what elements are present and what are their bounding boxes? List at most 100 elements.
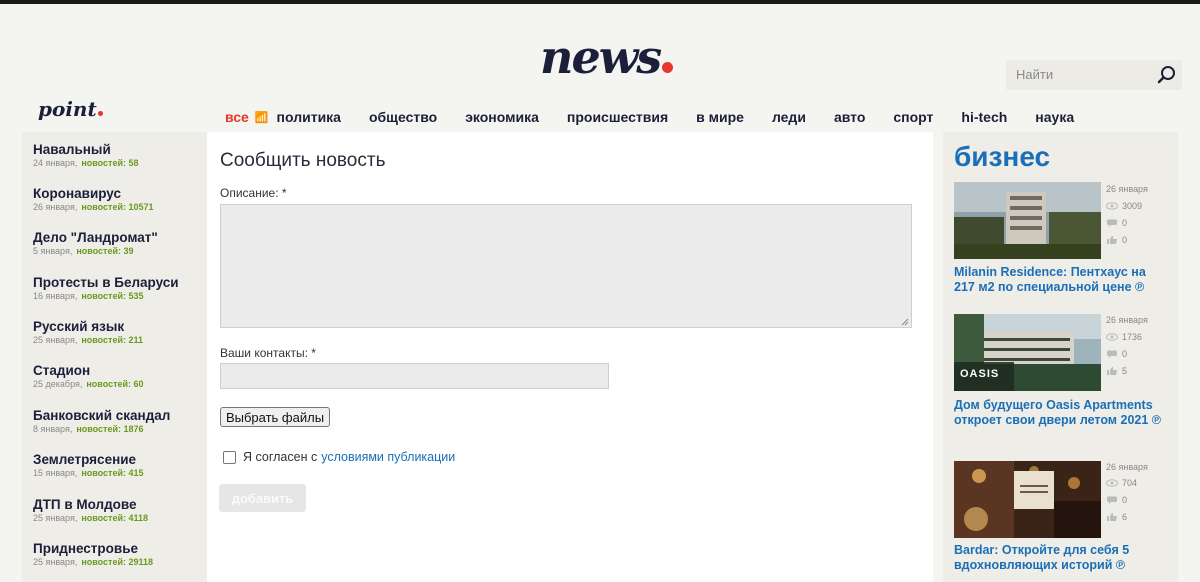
topic-title[interactable]: Русский язык bbox=[33, 319, 143, 334]
submit-button[interactable]: добавить bbox=[219, 484, 306, 512]
nav-item-politics[interactable]: политика bbox=[277, 109, 341, 125]
search-icon[interactable] bbox=[1156, 64, 1178, 86]
description-textarea[interactable] bbox=[220, 204, 912, 328]
topic-item[interactable]: Землетрясение 15 января, новостей: 415 bbox=[33, 452, 144, 479]
topic-date: 26 января, bbox=[33, 202, 78, 212]
topic-item[interactable]: Коронавирус 26 января, новостей: 10571 bbox=[33, 186, 154, 213]
topic-item[interactable]: Протесты в Беларуси 16 января, новостей: 5… bbox=[33, 275, 179, 302]
nav-item-economy[interactable]: экономика bbox=[465, 109, 539, 125]
article-image[interactable] bbox=[954, 182, 1101, 259]
topic-title[interactable]: Землетрясение bbox=[33, 452, 144, 467]
nav-item-sport[interactable]: спорт bbox=[893, 109, 933, 125]
topic-count: 60 bbox=[133, 379, 144, 389]
topic-title[interactable]: Навальный bbox=[33, 142, 139, 157]
choose-files-button[interactable]: Выбрать файлы bbox=[220, 407, 330, 427]
topic-title[interactable]: Приднестровье bbox=[33, 541, 153, 556]
topic-date: 8 января, bbox=[33, 424, 73, 434]
nav-item-hitech[interactable]: hi-tech bbox=[961, 109, 1007, 125]
topic-title[interactable]: Банковский скандал bbox=[33, 408, 170, 423]
nav-item-lady[interactable]: леди bbox=[772, 109, 806, 125]
search-box bbox=[1006, 60, 1182, 90]
nav-item-society[interactable]: общество bbox=[369, 109, 437, 125]
views-stat: 3009 bbox=[1106, 201, 1142, 211]
article-title[interactable]: Bardar: Откройте для себя 5 вдохновляющи… bbox=[954, 543, 1169, 573]
page: news point все 📶 политика общество эконо… bbox=[0, 0, 1200, 582]
topic-date: 25 декабря, bbox=[33, 379, 83, 389]
eye-icon bbox=[1106, 479, 1118, 487]
topic-count-label: новостей: bbox=[81, 513, 127, 523]
point-logo[interactable]: point bbox=[38, 97, 103, 121]
article-image[interactable]: OASIS bbox=[954, 314, 1101, 391]
article-date: 26 января bbox=[1106, 184, 1148, 194]
news-logo[interactable]: news bbox=[540, 30, 674, 84]
topics-sidebar: Навальный 24 января, новостей: 58 Коронави… bbox=[22, 132, 207, 582]
topic-title[interactable]: Дело "Ландромат" bbox=[33, 230, 158, 245]
topic-meta: 24 января, новостей: 58 bbox=[33, 157, 139, 169]
thumbs-up-icon bbox=[1107, 367, 1117, 375]
contacts-input[interactable] bbox=[220, 363, 609, 389]
nav-item-auto[interactable]: авто bbox=[834, 109, 865, 125]
image-caption: OASIS bbox=[960, 368, 1000, 380]
topic-item[interactable]: ДТП в Молдове 25 января, новостей: 4118 bbox=[33, 497, 148, 524]
topic-item[interactable]: Стадион 25 декабря, новостей: 60 bbox=[33, 363, 144, 390]
views-count: 704 bbox=[1122, 478, 1138, 488]
section-title[interactable]: бизнес bbox=[954, 141, 1050, 173]
topic-count-label: новостей: bbox=[86, 379, 132, 389]
topic-count: 58 bbox=[128, 158, 139, 168]
thumbs-up-icon bbox=[1107, 513, 1117, 521]
point-logo-text: point bbox=[38, 97, 97, 121]
apartment-building-photo bbox=[954, 182, 1101, 259]
topic-date: 25 января, bbox=[33, 557, 78, 567]
topic-count: 535 bbox=[128, 291, 144, 301]
topic-count-label: новостей: bbox=[76, 424, 122, 434]
nav-item-science[interactable]: наука bbox=[1035, 109, 1074, 125]
search-input[interactable] bbox=[1006, 60, 1166, 88]
agree-text: Я согласен с bbox=[243, 450, 318, 464]
topic-item[interactable]: Банковский скандал 8 января, новостей: 187… bbox=[33, 408, 170, 435]
comments-count: 0 bbox=[1122, 218, 1128, 228]
nav-item-all[interactable]: все bbox=[225, 109, 249, 125]
topic-item[interactable]: Приднестровье 25 января, новостей: 29118 bbox=[33, 541, 153, 568]
topic-item[interactable]: Русский язык 25 января, новостей: 211 bbox=[33, 319, 143, 346]
views-stat: 704 bbox=[1106, 478, 1137, 488]
likes-count: 5 bbox=[1122, 366, 1128, 376]
nav-item-world[interactable]: в мире bbox=[696, 109, 744, 125]
terms-link[interactable]: условиями публикации bbox=[321, 450, 455, 464]
comments-stat: 0 bbox=[1106, 218, 1127, 228]
topic-title[interactable]: Стадион bbox=[33, 363, 144, 378]
topic-item[interactable]: Навальный 24 января, новостей: 58 bbox=[33, 142, 139, 169]
article-title[interactable]: Дом будущего Oasis Apartments откроет св… bbox=[954, 398, 1169, 428]
point-logo-dot bbox=[97, 111, 103, 116]
nav-item-incidents[interactable]: происшествия bbox=[567, 109, 668, 125]
rss-icon[interactable]: 📶 bbox=[255, 111, 269, 124]
resize-grip-icon[interactable] bbox=[901, 318, 909, 326]
topic-count: 4118 bbox=[128, 513, 149, 523]
comments-count: 0 bbox=[1122, 495, 1128, 505]
topic-meta: 15 января, новостей: 415 bbox=[33, 467, 144, 479]
topic-count-label: новостей: bbox=[81, 557, 127, 567]
topic-meta: 5 января, новостей: 39 bbox=[33, 245, 158, 257]
news-logo-text: news bbox=[540, 30, 662, 84]
topic-count: 29118 bbox=[128, 557, 154, 567]
comment-icon bbox=[1107, 219, 1117, 227]
topic-count-label: новостей: bbox=[81, 158, 127, 168]
business-sidebar: бизнес 26 января 3009 0 0 Milanin Reside… bbox=[943, 132, 1178, 582]
topic-title[interactable]: Коронавирус bbox=[33, 186, 154, 201]
topic-meta: 25 января, новостей: 4118 bbox=[33, 512, 148, 524]
comment-icon bbox=[1107, 350, 1117, 358]
topic-meta: 26 января, новостей: 10571 bbox=[33, 201, 154, 213]
topic-title[interactable]: Протесты в Беларуси bbox=[33, 275, 179, 290]
topic-item[interactable]: Дело "Ландромат" 5 января, новостей: 39 bbox=[33, 230, 158, 257]
topic-count-label: новостей: bbox=[81, 202, 127, 212]
agree-checkbox[interactable] bbox=[223, 450, 236, 464]
topic-title[interactable]: ДТП в Молдове bbox=[33, 497, 148, 512]
agree-row: Я согласен с условиями публикации bbox=[223, 450, 455, 464]
topic-count: 39 bbox=[123, 246, 134, 256]
main-nav: все 📶 политика общество экономика происш… bbox=[225, 108, 1102, 126]
comment-icon bbox=[1107, 496, 1117, 504]
topic-count: 1876 bbox=[123, 424, 144, 434]
topic-meta: 8 января, новостей: 1876 bbox=[33, 423, 170, 435]
article-title[interactable]: Milanin Residence: Пентхаус на 217 м2 по… bbox=[954, 265, 1169, 295]
views-count: 1736 bbox=[1122, 332, 1143, 342]
article-image[interactable] bbox=[954, 461, 1101, 538]
